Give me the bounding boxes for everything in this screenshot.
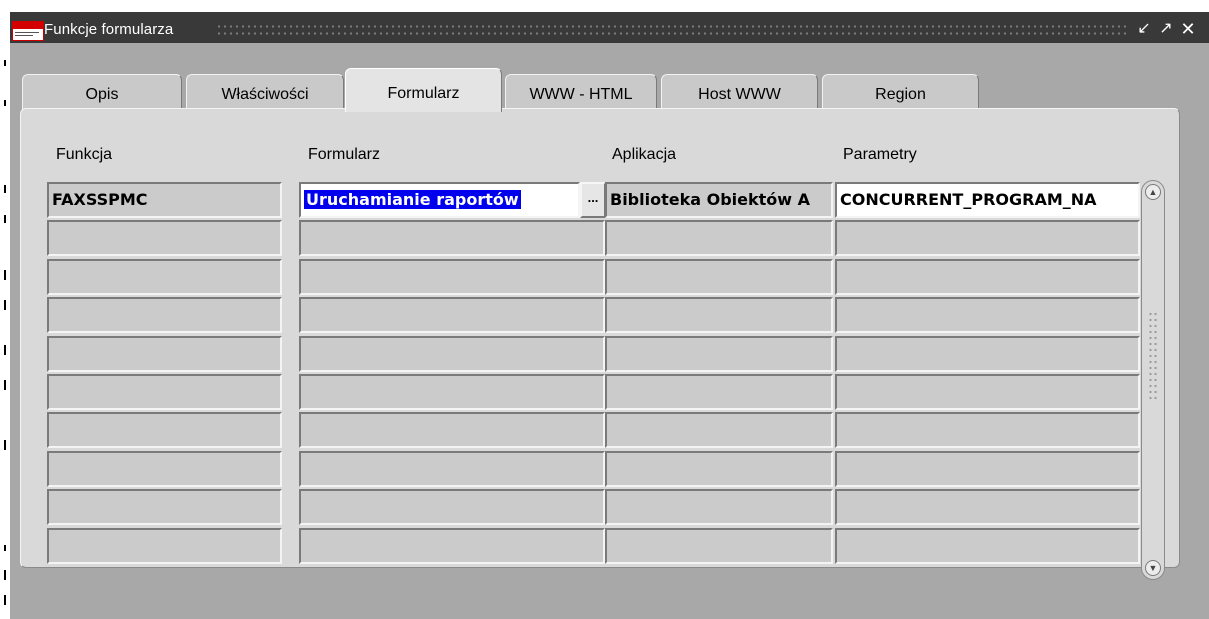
aplikacja-cell[interactable]: Biblioteka Obiektów A [605, 182, 833, 218]
formularz-cell[interactable] [299, 412, 605, 449]
scroll-down-icon[interactable]: ▼ [1145, 560, 1161, 576]
aplikacja-cell[interactable] [605, 450, 833, 487]
formularz-cell[interactable] [299, 450, 605, 487]
aplikacja-cell[interactable] [605, 297, 833, 334]
parametry-cell[interactable] [835, 220, 1140, 257]
formularz-cell-active[interactable]: Uruchamianie raportów [299, 182, 580, 218]
column-header-aplikacja: Aplikacja [612, 146, 677, 163]
aplikacja-cell[interactable] [605, 374, 833, 410]
formularz-cell[interactable] [299, 297, 605, 334]
scroll-up-icon[interactable]: ▲ [1145, 184, 1161, 200]
tab-formularz[interactable]: Formularz [345, 68, 502, 112]
parametry-cell[interactable] [835, 335, 1140, 372]
column-header-parametry: Parametry [843, 146, 917, 163]
selected-text: Uruchamianie raportów [304, 190, 521, 209]
title-bar-grip [216, 23, 1128, 37]
tab-www-html[interactable]: WWW - HTML [505, 74, 657, 110]
parametry-cell[interactable] [835, 489, 1140, 526]
background-app-strip [0, 0, 10, 619]
list-of-values-button[interactable]: ... [580, 182, 606, 218]
funkcja-cell[interactable] [47, 297, 282, 334]
funkcja-cell[interactable] [47, 489, 282, 526]
funkcja-cell[interactable] [47, 450, 282, 487]
aplikacja-cell[interactable] [605, 489, 833, 526]
tab-wlasciwosci[interactable]: Właściwości [186, 74, 344, 110]
oracle-applications-logo-icon [12, 21, 44, 41]
title-bar[interactable]: Funkcje formularza ↙ ↗ ✕ [10, 12, 1209, 43]
funkcja-cell[interactable] [47, 258, 282, 295]
parametry-cell[interactable] [835, 258, 1140, 295]
aplikacja-cell[interactable] [605, 527, 833, 564]
close-icon[interactable]: ✕ [1180, 20, 1196, 38]
aplikacja-cell[interactable] [605, 335, 833, 372]
formularz-cell[interactable] [299, 258, 605, 295]
parametry-cell[interactable] [835, 297, 1140, 334]
parametry-cell[interactable] [835, 450, 1140, 487]
funkcja-cell[interactable] [47, 220, 282, 257]
formularz-cell[interactable] [299, 527, 605, 564]
tab-opis[interactable]: Opis [22, 74, 182, 110]
funkcja-cell[interactable]: FAXSSPMC [47, 182, 282, 218]
maximize-icon[interactable]: ↗ [1158, 20, 1174, 38]
formularz-cell[interactable] [299, 335, 605, 372]
aplikacja-cell[interactable] [605, 258, 833, 295]
window-title: Funkcje formularza [44, 21, 174, 38]
funkcja-cell[interactable] [47, 412, 282, 449]
formularz-cell[interactable] [299, 220, 605, 257]
aplikacja-cell[interactable] [605, 412, 833, 449]
column-header-funkcja: Funkcja [56, 146, 113, 163]
vertical-scrollbar[interactable]: ▲ ▼ [1141, 180, 1165, 580]
scrollbar-grip[interactable] [1148, 311, 1158, 401]
funkcja-cell[interactable] [47, 335, 282, 372]
aplikacja-cell[interactable] [605, 220, 833, 257]
formularz-cell[interactable] [299, 374, 605, 410]
funkcja-cell[interactable] [47, 374, 282, 410]
tab-host-www[interactable]: Host WWW [661, 74, 818, 110]
column-header-formularz: Formularz [308, 146, 381, 163]
parametry-cell[interactable]: CONCURRENT_PROGRAM_NA [835, 182, 1140, 218]
formularz-cell[interactable] [299, 489, 605, 526]
tab-region[interactable]: Region [822, 74, 979, 110]
parametry-cell[interactable] [835, 527, 1140, 564]
funkcja-cell[interactable] [47, 527, 282, 564]
parametry-cell[interactable] [835, 374, 1140, 410]
parametry-cell[interactable] [835, 412, 1140, 449]
minimize-icon[interactable]: ↙ [1136, 20, 1152, 38]
